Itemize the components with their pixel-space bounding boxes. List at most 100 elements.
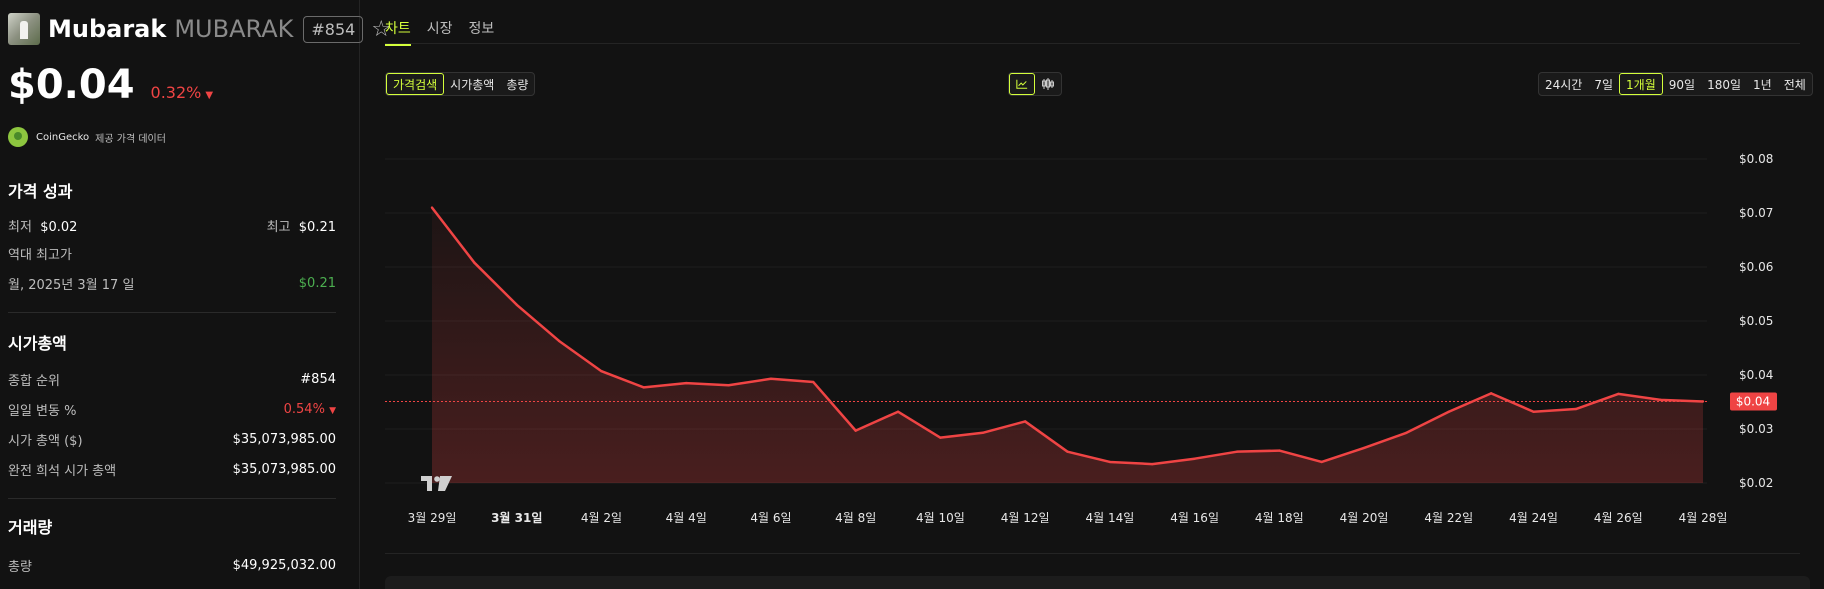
ath-row: 월, 2025년 3월 17 일 $0.21 [8, 274, 336, 293]
market-cap-value: $35,073,985.00 [232, 432, 336, 447]
x-tick-label: 4월 20일 [1340, 511, 1389, 525]
tab-info[interactable]: 정보 [469, 18, 495, 46]
data-point [769, 377, 773, 380]
current-price: $0.04 [8, 62, 135, 108]
low-label: 최저 [8, 220, 32, 235]
x-tick-label: 4월 2일 [581, 511, 622, 525]
candlestick-icon[interactable] [1035, 73, 1061, 95]
market-cap-label: 시가 총액 ($) [8, 434, 83, 449]
coingecko-icon [8, 127, 28, 147]
data-point [1659, 398, 1662, 402]
volume-value: $49,925,032.00 [232, 558, 336, 573]
daily-change-value: 0.54% ▼ [283, 402, 336, 417]
y-tick-label: $0.02 [1739, 476, 1773, 490]
current-price-label: $0.04 [1736, 394, 1770, 408]
price-change-value: 0.32% [150, 83, 202, 102]
x-tick-label: 4월 26일 [1594, 511, 1643, 525]
data-point [939, 436, 942, 439]
tab-divider [385, 43, 1800, 44]
tab-chart[interactable]: 차트 [385, 18, 411, 46]
data-point [1066, 450, 1069, 453]
data-point [685, 381, 688, 385]
range-toggle: 24시간 7일 1개월 90일 180일 1년 전체 [1538, 72, 1813, 96]
low-value: $0.02 [40, 220, 78, 235]
range-90d-button[interactable]: 90일 [1663, 73, 1701, 95]
data-point [1108, 460, 1112, 464]
data-point [1617, 392, 1620, 396]
rank-value: #854 [300, 372, 336, 387]
market-row-daily-change: 일일 변동 % 0.54% ▼ [8, 400, 336, 419]
rank-label: 종합 순위 [8, 374, 60, 389]
data-point [600, 370, 603, 373]
x-tick-label: 4월 12일 [1001, 511, 1050, 525]
daily-change-label: 일일 변동 % [8, 404, 77, 419]
fdv-label: 완전 희석 시가 총액 [8, 464, 117, 479]
range-24h-button[interactable]: 24시간 [1539, 73, 1588, 95]
x-tick-label: 4월 16일 [1170, 511, 1219, 525]
data-point [1532, 410, 1535, 413]
source-name[interactable]: CoinGecko [36, 132, 89, 143]
range-1m-button[interactable]: 1개월 [1619, 73, 1663, 95]
ath-date: 월, 2025년 3월 17 일 [8, 278, 135, 293]
data-point [1278, 449, 1281, 452]
fdv-value: $35,073,985.00 [232, 462, 336, 477]
price-row: $0.04 0.32% ▼ [8, 62, 213, 108]
data-point [812, 380, 815, 384]
market-row-fdv: 완전 희석 시가 총액 $35,073,985.00 [8, 460, 336, 479]
price-area [432, 207, 1703, 483]
price-chart[interactable]: $0.08 $0.07 $0.06 $0.05 $0.04 $0.03 $0.02 $0.04… [385, 140, 1815, 540]
metric-price-button[interactable]: 가격검색 [386, 73, 445, 95]
low-group: 최저 $0.02 [8, 216, 77, 235]
coin-logo [8, 13, 40, 45]
price-chart-svg[interactable]: $0.08 $0.07 $0.06 $0.05 $0.04 $0.03 $0.02 $0.04… [385, 140, 1815, 540]
low-high-row: 최저 $0.02 최고 $0.21 [8, 216, 336, 235]
x-tick-label: 4월 6일 [750, 511, 791, 525]
line-chart-icon[interactable] [1009, 73, 1035, 95]
source-note: 제공 가격 데이터 [95, 133, 166, 145]
tab-market[interactable]: 시장 [427, 18, 453, 46]
data-source: CoinGecko 제공 가격 데이터 [8, 127, 166, 147]
range-180d-button[interactable]: 180일 [1701, 73, 1747, 95]
high-group: 최고 $0.21 [267, 216, 336, 235]
volume-label: 총량 [8, 560, 32, 575]
performance-title: 가격 성과 [8, 182, 73, 201]
y-tick-label: $0.06 [1739, 260, 1773, 274]
x-tick-label: 4월 18일 [1255, 511, 1304, 525]
data-point [1447, 410, 1451, 413]
y-tick-label: $0.05 [1739, 314, 1773, 328]
x-tick-label: 3월 29일 [408, 511, 457, 525]
data-point [1489, 392, 1493, 395]
volume-row: 총량 $49,925,032.00 [8, 556, 336, 575]
metric-toggle: 가격검색 시가총액 총량 [385, 72, 536, 96]
y-tick-label: $0.07 [1739, 206, 1773, 220]
volume-title: 거래량 [8, 518, 53, 537]
x-tick-label: 4월 22일 [1424, 511, 1473, 525]
range-all-button[interactable]: 전체 [1778, 73, 1812, 95]
data-point [896, 410, 900, 413]
price-change: 0.32% ▼ [151, 83, 214, 102]
metric-volume-button[interactable]: 총량 [500, 73, 534, 95]
data-point [1701, 400, 1705, 403]
coin-name: Mubarak [48, 15, 167, 43]
x-tick-label: 4월 10일 [916, 511, 965, 525]
x-tick-label: 4월 28일 [1679, 511, 1728, 525]
x-tick-label: 4월 24일 [1509, 511, 1558, 525]
range-7d-button[interactable]: 7일 [1588, 73, 1619, 95]
coin-header: Mubarak MUBARAK #854 ☆ [8, 12, 391, 46]
metric-marketcap-button[interactable]: 시가총액 [444, 73, 500, 95]
x-tick-label: 4월 4일 [666, 511, 707, 525]
down-arrow-icon: ▼ [329, 406, 336, 416]
data-point [1320, 460, 1323, 464]
ath-value: $0.21 [298, 276, 336, 291]
y-tick-label: $0.04 [1739, 368, 1773, 382]
high-label: 최고 [266, 220, 291, 235]
y-tick-label: $0.03 [1739, 422, 1773, 436]
range-1y-button[interactable]: 1년 [1747, 73, 1778, 95]
data-point [430, 206, 434, 209]
bottom-panel [385, 576, 1810, 589]
down-arrow-icon: ▼ [205, 90, 214, 101]
x-tick-label: 4월 14일 [1085, 511, 1134, 525]
data-point [473, 261, 476, 264]
divider [8, 312, 336, 313]
data-point [854, 429, 857, 432]
